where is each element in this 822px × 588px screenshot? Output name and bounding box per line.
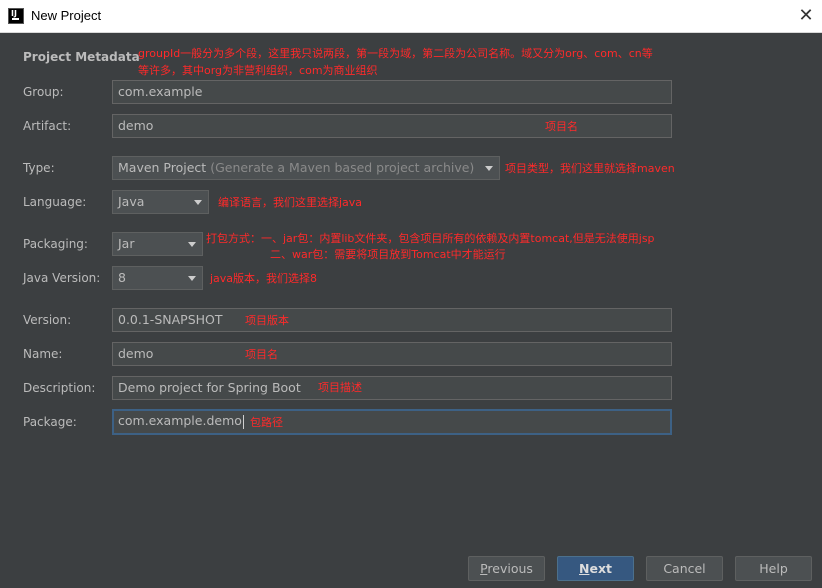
group-value: com.example	[118, 84, 203, 99]
package-field[interactable]: com.example.demo	[112, 409, 672, 435]
type-select[interactable]: Maven Project (Generate a Maven based pr…	[112, 156, 500, 180]
type-hint: (Generate a Maven based project archive)	[210, 160, 475, 175]
annotation-version: 项目版本	[245, 314, 289, 327]
type-label: Type:	[23, 161, 55, 175]
annotation-group-line2: 等许多，其中org为非营利组织，com为商业组织	[138, 64, 378, 77]
group-field[interactable]: com.example	[112, 80, 672, 104]
artifact-label: Artifact:	[23, 119, 72, 133]
package-value: com.example.demo	[118, 413, 242, 428]
chevron-down-icon	[188, 242, 196, 247]
version-field[interactable]: 0.0.1-SNAPSHOT	[112, 308, 672, 332]
annotation-packaging-line2: 二、war包：需要将项目放到Tomcat中才能运行	[270, 248, 506, 261]
java-version-select[interactable]: 8	[112, 266, 203, 290]
annotation-description: 项目描述	[318, 381, 362, 394]
help-button[interactable]: Help	[735, 556, 812, 581]
next-mnemonic: N	[579, 561, 590, 576]
type-value: Maven Project	[118, 160, 207, 175]
annotation-artifact: 项目名	[545, 120, 578, 133]
annotation-packaging-line1: 打包方式：一、jar包：内置lib文件夹，包含项目所有的依赖及内置tomcat,…	[206, 232, 655, 245]
close-icon[interactable]: ✕	[796, 6, 816, 26]
package-label: Package:	[23, 415, 77, 429]
artifact-value: demo	[118, 118, 154, 133]
annotation-type: 项目类型，我们这里就选择maven	[505, 162, 675, 175]
previous-label: revious	[487, 561, 533, 576]
cancel-button[interactable]: Cancel	[646, 556, 723, 581]
language-label: Language:	[23, 195, 87, 209]
name-label: Name:	[23, 347, 63, 361]
annotation-java-version: java版本，我们选择8	[210, 272, 318, 285]
next-button[interactable]: Next	[557, 556, 634, 581]
language-select[interactable]: Java	[112, 190, 209, 214]
chevron-down-icon	[194, 200, 202, 205]
name-value: demo	[118, 346, 154, 361]
java-version-label: Java Version:	[23, 271, 101, 285]
language-value: Java	[118, 194, 145, 209]
window-titlebar: IJ New Project ✕	[0, 0, 822, 33]
packaging-select[interactable]: Jar	[112, 232, 203, 256]
window-title: New Project	[31, 8, 102, 23]
chevron-down-icon	[188, 276, 196, 281]
intellij-app-icon: IJ	[8, 8, 24, 24]
next-label: ext	[589, 561, 612, 576]
group-label: Group:	[23, 85, 64, 99]
annotation-group-line1: groupId一般分为多个段，这里我只说两段，第一段为域，第二段为公司名称。域又…	[138, 47, 653, 60]
annotation-name: 项目名	[245, 348, 278, 361]
version-value: 0.0.1-SNAPSHOT	[118, 312, 223, 327]
description-label: Description:	[23, 381, 96, 395]
text-caret	[242, 414, 244, 429]
description-value: Demo project for Spring Boot	[118, 380, 301, 395]
java-version-value: 8	[118, 270, 126, 285]
annotation-package: 包路径	[250, 416, 283, 429]
chevron-down-icon	[485, 166, 493, 171]
annotation-language: 编译语言，我们这里选择java	[218, 196, 363, 209]
version-label: Version:	[23, 313, 72, 327]
description-field[interactable]: Demo project for Spring Boot	[112, 376, 672, 400]
previous-button[interactable]: Previous	[468, 556, 545, 581]
packaging-label: Packaging:	[23, 237, 88, 251]
section-title: Project Metadata	[23, 50, 140, 64]
artifact-field[interactable]: demo	[112, 114, 672, 138]
app-icon-bar	[12, 18, 19, 20]
packaging-value: Jar	[118, 236, 135, 251]
name-field[interactable]: demo	[112, 342, 672, 366]
